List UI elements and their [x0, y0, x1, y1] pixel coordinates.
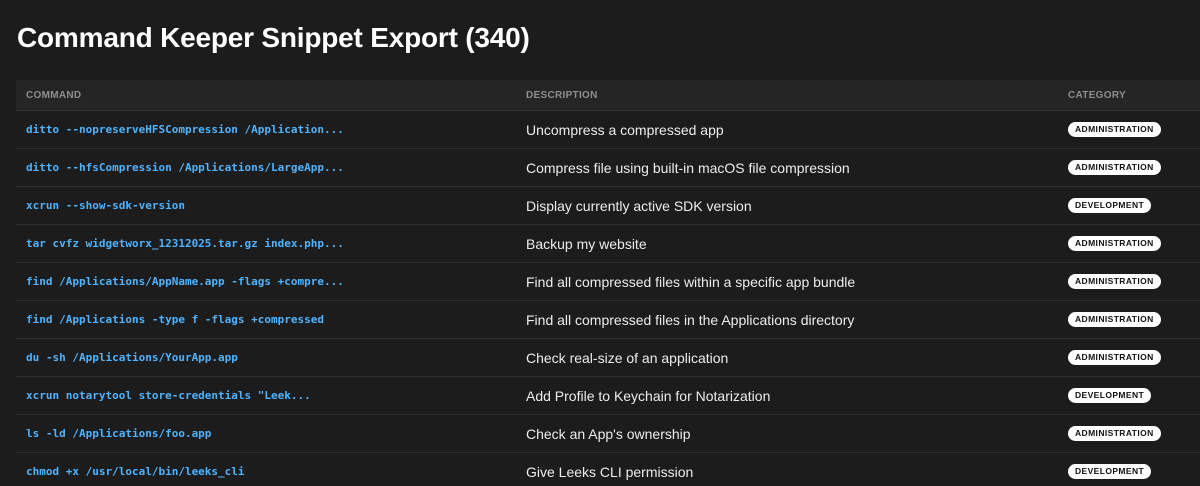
- column-header-category[interactable]: CATEGORY: [1068, 80, 1200, 110]
- page-title: Command Keeper Snippet Export (340): [17, 22, 530, 53]
- category-badge: ADMINISTRATION: [1068, 311, 1161, 328]
- category-badge: ADMINISTRATION: [1068, 235, 1161, 252]
- category-badge: ADMINISTRATION: [1068, 349, 1161, 366]
- command-text[interactable]: xcrun --show-sdk-version: [26, 199, 185, 212]
- page: Command Keeper Snippet Export (340) COMM…: [0, 0, 1200, 486]
- category-badge: DEVELOPMENT: [1068, 197, 1152, 214]
- command-text[interactable]: ls -ld /Applications/foo.app: [26, 427, 211, 440]
- table-row[interactable]: tar cvfz widgetworx_12312025.tar.gz inde…: [16, 225, 1200, 263]
- table-row[interactable]: find /Applications -type f -flags +compr…: [16, 301, 1200, 339]
- command-text[interactable]: ditto --nopreserveHFSCompression /Applic…: [26, 123, 344, 136]
- description-text: Give Leeks CLI permission: [526, 463, 694, 480]
- command-text[interactable]: tar cvfz widgetworx_12312025.tar.gz inde…: [26, 237, 344, 250]
- table-row[interactable]: xcrun --show-sdk-version Display current…: [16, 187, 1200, 225]
- category-badge: DEVELOPMENT: [1068, 387, 1152, 404]
- command-text[interactable]: find /Applications -type f -flags +compr…: [26, 313, 324, 326]
- table-row[interactable]: xcrun notarytool store-credentials "Leek…: [16, 377, 1200, 415]
- description-text: Check an App's ownership: [526, 425, 691, 442]
- table-header: COMMAND DESCRIPTION CATEGORY: [16, 80, 1200, 111]
- snippet-table: COMMAND DESCRIPTION CATEGORY ditto --nop…: [16, 80, 1200, 486]
- category-badge: ADMINISTRATION: [1068, 159, 1161, 176]
- description-text: Add Profile to Keychain for Notarization: [526, 387, 771, 404]
- description-text: Find all compressed files within a speci…: [526, 273, 856, 290]
- description-text: Find all compressed files in the Applica…: [526, 311, 855, 328]
- table-row[interactable]: chmod +x /usr/local/bin/leeks_cli Give L…: [16, 453, 1200, 486]
- description-text: Uncompress a compressed app: [526, 121, 724, 138]
- table-row[interactable]: find /Applications/AppName.app -flags +c…: [16, 263, 1200, 301]
- column-header-command[interactable]: COMMAND: [26, 80, 506, 110]
- description-text: Compress file using built-in macOS file …: [526, 159, 850, 176]
- category-badge: ADMINISTRATION: [1068, 121, 1161, 138]
- command-text[interactable]: chmod +x /usr/local/bin/leeks_cli: [26, 465, 245, 478]
- table-row[interactable]: ditto --nopreserveHFSCompression /Applic…: [16, 111, 1200, 149]
- command-text[interactable]: xcrun notarytool store-credentials "Leek…: [26, 389, 311, 402]
- command-text[interactable]: find /Applications/AppName.app -flags +c…: [26, 275, 344, 288]
- category-badge: ADMINISTRATION: [1068, 425, 1161, 442]
- description-text: Display currently active SDK version: [526, 197, 752, 214]
- category-badge: ADMINISTRATION: [1068, 273, 1161, 290]
- column-header-description[interactable]: DESCRIPTION: [526, 80, 1056, 110]
- table-row[interactable]: ls -ld /Applications/foo.app Check an Ap…: [16, 415, 1200, 453]
- description-text: Backup my website: [526, 235, 647, 252]
- table-row[interactable]: du -sh /Applications/YourApp.app Check r…: [16, 339, 1200, 377]
- description-text: Check real-size of an application: [526, 349, 729, 366]
- command-text[interactable]: ditto --hfsCompression /Applications/Lar…: [26, 161, 344, 174]
- category-badge: DEVELOPMENT: [1068, 463, 1152, 480]
- command-text[interactable]: du -sh /Applications/YourApp.app: [26, 351, 238, 364]
- table-row[interactable]: ditto --hfsCompression /Applications/Lar…: [16, 149, 1200, 187]
